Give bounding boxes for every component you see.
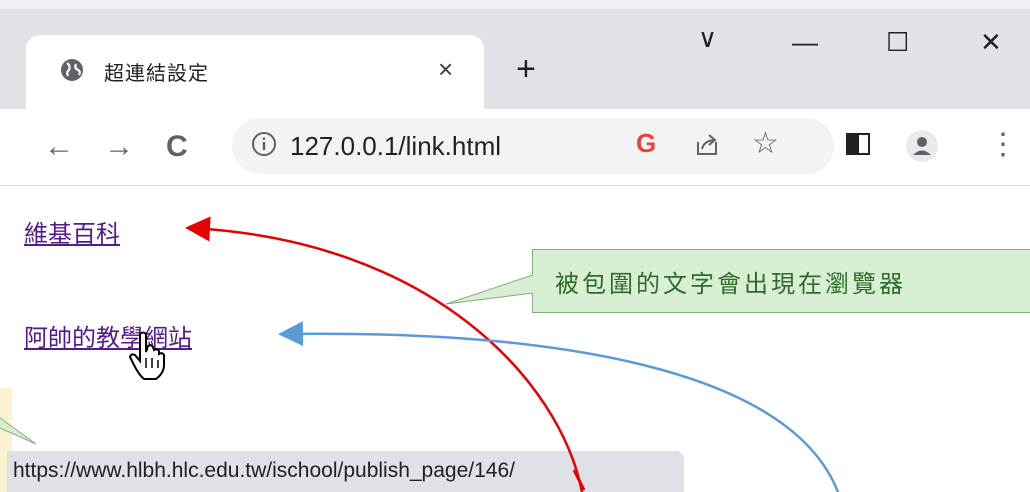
status-callout-pointer <box>0 417 37 445</box>
red-arrow-tail <box>572 469 586 491</box>
red-arrow <box>185 216 584 492</box>
callout-pointer <box>445 274 534 305</box>
annotation-overlay <box>0 216 840 492</box>
hand-cursor-icon <box>128 331 165 380</box>
blue-arrow <box>278 321 840 492</box>
